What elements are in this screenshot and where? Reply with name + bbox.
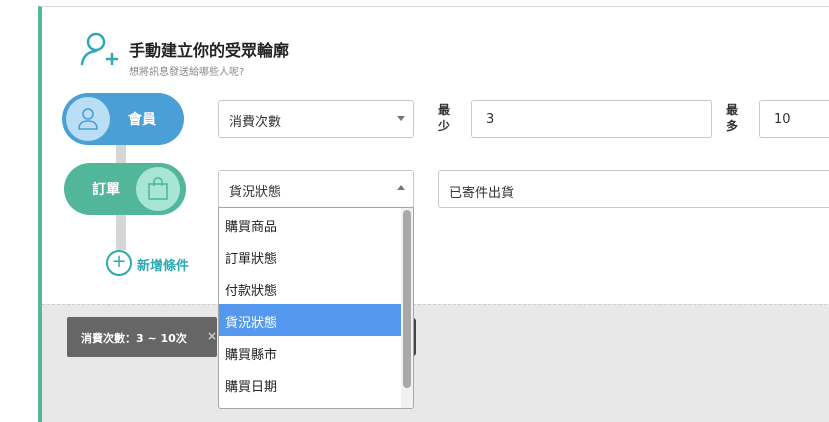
order-field-select[interactable]: 貨況狀態 xyxy=(218,170,414,208)
plus-circle-icon: + xyxy=(106,250,132,276)
order-category-pill[interactable]: 訂單 xyxy=(64,163,186,215)
chevron-down-icon xyxy=(397,116,405,121)
dropdown-option[interactable]: 購買縣市 xyxy=(219,336,403,368)
min-label: 最少 xyxy=(438,103,451,133)
add-person-icon xyxy=(80,32,118,66)
add-condition-label: 新增條件 xyxy=(137,259,190,274)
member-category-pill[interactable]: 會員 xyxy=(62,93,184,145)
scrollbar-thumb[interactable] xyxy=(403,210,411,388)
shopping-bag-icon-circle xyxy=(136,167,180,211)
dropdown-option-selected[interactable]: 貨況狀態 xyxy=(219,304,403,336)
max-label: 最多 xyxy=(726,103,739,133)
field-dropdown-list[interactable]: 購買商品 訂單狀態 付款狀態 貨況狀態 購買縣市 購買日期 xyxy=(218,207,414,409)
min-input[interactable]: 3 xyxy=(471,100,712,138)
page-subtitle: 想將訊息發送給哪些人呢? xyxy=(129,67,245,78)
dropdown-option[interactable]: 訂單狀態 xyxy=(219,240,403,272)
close-icon[interactable]: × xyxy=(207,329,217,343)
user-icon-circle xyxy=(66,97,110,141)
max-input[interactable]: 10 xyxy=(759,100,829,138)
shipping-status-value: 已寄件出貨 xyxy=(449,186,515,201)
condition-tag-text: 消費次數：3 ~ 10次 xyxy=(81,332,187,345)
chevron-up-icon xyxy=(397,185,405,190)
condition-tag: 消費次數：3 ~ 10次 × xyxy=(67,317,217,357)
member-field-select[interactable]: 消費次數 xyxy=(218,100,414,138)
order-field-value: 貨況狀態 xyxy=(229,185,282,200)
page-title: 手動建立你的受眾輪廓 xyxy=(129,41,290,60)
dropdown-scrollbar[interactable] xyxy=(401,208,413,408)
member-field-value: 消費次數 xyxy=(229,115,282,130)
user-icon xyxy=(78,108,98,130)
dropdown-option[interactable]: 付款狀態 xyxy=(219,272,403,304)
dropdown-option[interactable]: 購買日期 xyxy=(219,368,403,400)
order-category-label: 訂單 xyxy=(92,182,120,198)
min-input-value: 3 xyxy=(486,112,495,127)
member-category-label: 會員 xyxy=(128,112,156,128)
max-input-value: 10 xyxy=(774,112,791,127)
shopping-bag-icon xyxy=(148,177,168,200)
dropdown-option[interactable]: 購買商品 xyxy=(219,208,403,240)
shipping-status-select[interactable]: 已寄件出貨 xyxy=(438,170,829,208)
